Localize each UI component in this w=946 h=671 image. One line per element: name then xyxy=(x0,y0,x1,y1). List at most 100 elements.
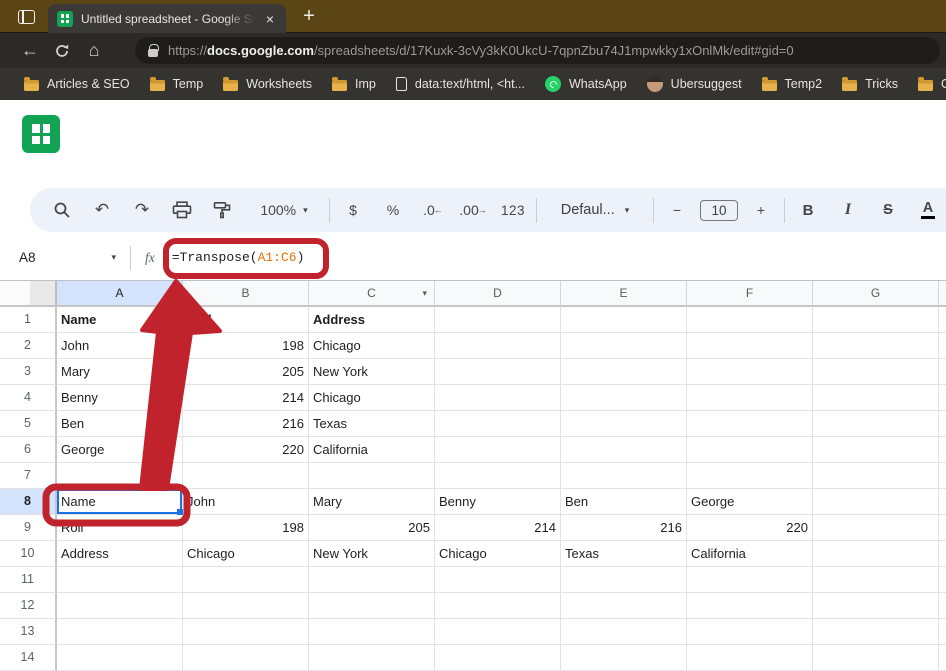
new-tab-button[interactable]: + xyxy=(296,3,322,29)
cell-F1[interactable] xyxy=(687,307,813,333)
bookmark-temp[interactable]: Temp xyxy=(140,72,214,96)
cell-B4[interactable]: 214 xyxy=(183,385,309,411)
increase-decimal-button[interactable]: .00→ xyxy=(453,202,493,218)
cell-A10[interactable]: Address xyxy=(57,541,183,567)
cell-G12[interactable] xyxy=(813,593,939,619)
column-header-A[interactable]: A xyxy=(57,281,183,307)
bookmark-others[interactable]: Others xyxy=(908,72,946,96)
column-header-G[interactable]: G xyxy=(813,281,939,307)
cell-G9[interactable] xyxy=(813,515,939,541)
cell-G4[interactable] xyxy=(813,385,939,411)
cell-B10[interactable]: Chicago xyxy=(183,541,309,567)
cell-B7[interactable] xyxy=(183,463,309,489)
font-select[interactable]: Defaul... ▾ xyxy=(540,202,650,218)
cell-C3[interactable]: New York xyxy=(309,359,435,385)
column-header-E[interactable]: E xyxy=(561,281,687,307)
cell-B14[interactable] xyxy=(183,645,309,671)
cell-E5[interactable] xyxy=(561,411,687,437)
cell-F2[interactable] xyxy=(687,333,813,359)
cell-A9[interactable]: Roll xyxy=(57,515,183,541)
cell-D5[interactable] xyxy=(435,411,561,437)
home-icon[interactable]: ⌂ xyxy=(78,33,110,68)
cell-E2[interactable] xyxy=(561,333,687,359)
cell-G14[interactable] xyxy=(813,645,939,671)
font-size-input[interactable]: 10 xyxy=(697,200,741,221)
cell-A1[interactable]: Name xyxy=(57,307,183,333)
italic-button[interactable]: I xyxy=(828,201,868,219)
bookmark-imp[interactable]: Imp xyxy=(322,72,386,96)
decrease-font-size-button[interactable]: − xyxy=(657,202,697,218)
bookmark-data-text-html-ht[interactable]: data:text/html, <ht... xyxy=(386,72,535,96)
bookmark-articles-seo[interactable]: Articles & SEO xyxy=(14,72,140,96)
cell-G10[interactable] xyxy=(813,541,939,567)
cell-E4[interactable] xyxy=(561,385,687,411)
cell-A6[interactable]: George xyxy=(57,437,183,463)
cell-E10[interactable]: Texas xyxy=(561,541,687,567)
redo-icon[interactable]: ↷ xyxy=(122,200,162,220)
tab-actions-button[interactable] xyxy=(12,6,40,28)
cell-E12[interactable] xyxy=(561,593,687,619)
cell-B2[interactable]: 198 xyxy=(183,333,309,359)
cell-C11[interactable] xyxy=(309,567,435,593)
name-box[interactable]: A8 ▾ xyxy=(0,250,130,265)
cell-E6[interactable] xyxy=(561,437,687,463)
cell-D12[interactable] xyxy=(435,593,561,619)
row-header-3[interactable]: 3 xyxy=(0,359,57,385)
column-header-F[interactable]: F xyxy=(687,281,813,307)
cell-D6[interactable] xyxy=(435,437,561,463)
cell-E11[interactable] xyxy=(561,567,687,593)
cell-D10[interactable]: Chicago xyxy=(435,541,561,567)
cell-G6[interactable] xyxy=(813,437,939,463)
column-header-B[interactable]: B xyxy=(183,281,309,307)
cell-A7[interactable] xyxy=(57,463,183,489)
cell-C12[interactable] xyxy=(309,593,435,619)
cell-C6[interactable]: California xyxy=(309,437,435,463)
address-bar[interactable]: https://docs.google.com/spreadsheets/d/1… xyxy=(135,37,940,64)
column-header-D[interactable]: D xyxy=(435,281,561,307)
cell-B11[interactable] xyxy=(183,567,309,593)
paint-format-icon[interactable] xyxy=(202,201,242,219)
row-header-11[interactable]: 11 xyxy=(0,567,57,593)
bold-button[interactable]: B xyxy=(788,202,828,219)
cell-F7[interactable] xyxy=(687,463,813,489)
cell-G1[interactable] xyxy=(813,307,939,333)
google-sheets-logo[interactable] xyxy=(22,115,60,153)
cell-A12[interactable] xyxy=(57,593,183,619)
cell-B12[interactable] xyxy=(183,593,309,619)
row-header-6[interactable]: 6 xyxy=(0,437,57,463)
cell-C1[interactable]: Address xyxy=(309,307,435,333)
cell-F4[interactable] xyxy=(687,385,813,411)
more-formats-button[interactable]: 123 xyxy=(493,203,533,218)
cell-F14[interactable] xyxy=(687,645,813,671)
cell-B1[interactable]: Roll xyxy=(183,307,309,333)
bookmark-whatsapp[interactable]: WhatsApp xyxy=(535,72,637,96)
cell-G11[interactable] xyxy=(813,567,939,593)
cell-A14[interactable] xyxy=(57,645,183,671)
cell-G7[interactable] xyxy=(813,463,939,489)
row-header-7[interactable]: 7 xyxy=(0,463,57,489)
cell-E13[interactable] xyxy=(561,619,687,645)
print-icon[interactable] xyxy=(162,201,202,219)
cell-D4[interactable] xyxy=(435,385,561,411)
cell-G5[interactable] xyxy=(813,411,939,437)
row-header-14[interactable]: 14 xyxy=(0,645,57,671)
cell-B5[interactable]: 216 xyxy=(183,411,309,437)
bookmark-tricks[interactable]: Tricks xyxy=(832,72,908,96)
cell-B3[interactable]: 205 xyxy=(183,359,309,385)
cell-A11[interactable] xyxy=(57,567,183,593)
cell-F11[interactable] xyxy=(687,567,813,593)
cell-B13[interactable] xyxy=(183,619,309,645)
cell-A4[interactable]: Benny xyxy=(57,385,183,411)
cell-D8[interactable]: Benny xyxy=(435,489,561,515)
search-icon[interactable] xyxy=(42,201,82,219)
cell-G8[interactable] xyxy=(813,489,939,515)
cell-D7[interactable] xyxy=(435,463,561,489)
close-tab-icon[interactable]: × xyxy=(263,10,277,28)
row-header-9[interactable]: 9 xyxy=(0,515,57,541)
row-header-12[interactable]: 12 xyxy=(0,593,57,619)
cell-D14[interactable] xyxy=(435,645,561,671)
cell-A13[interactable] xyxy=(57,619,183,645)
chevron-down-icon[interactable]: ▾ xyxy=(422,281,427,305)
zoom-select[interactable]: 100% ▾ xyxy=(242,202,326,218)
cell-B8[interactable]: John xyxy=(183,489,309,515)
